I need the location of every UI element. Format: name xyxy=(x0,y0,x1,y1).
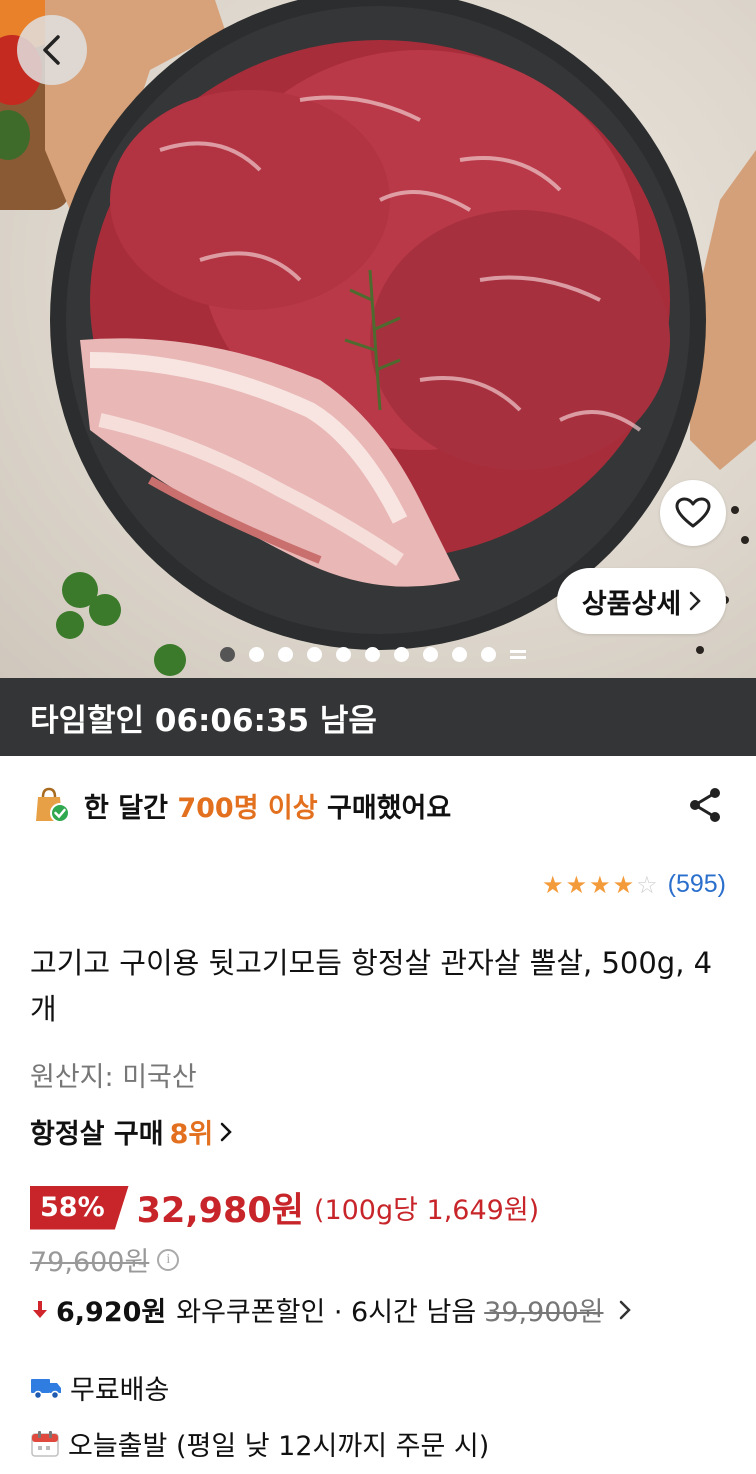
star-icon: ★ xyxy=(589,870,611,899)
ranking-link[interactable]: 항정살 구매 8위 xyxy=(30,1112,233,1151)
carousel-dot[interactable] xyxy=(249,646,264,662)
carousel-dot[interactable] xyxy=(365,646,380,662)
purchase-highlight: 700명 이상 xyxy=(177,792,318,824)
star-icon: ★ xyxy=(565,870,588,899)
time-sale-banner: 타임할인 06:06:35 남음 xyxy=(0,678,756,756)
purchase-count-row: 한 달간 700명 이상 구매했어요 xyxy=(30,782,726,828)
info-icon[interactable]: i xyxy=(157,1248,180,1271)
product-origin: 원산지: 미국산 xyxy=(30,1062,197,1093)
coupon-original-price: 39,900원 xyxy=(484,1297,604,1328)
heart-icon xyxy=(675,497,711,528)
purchase-count-text: 한 달간 700명 이상 구매했어요 xyxy=(84,786,451,825)
time-sale-text: 타임할인 06:06:35 남음 xyxy=(30,702,377,739)
purchase-suffix: 구매했어요 xyxy=(327,792,452,824)
shopping-bag-check-icon xyxy=(36,787,70,823)
back-button[interactable] xyxy=(17,15,87,85)
price-row: 58% 32,980원 (100g당 1,649원) xyxy=(30,1182,539,1233)
carousel-dot[interactable] xyxy=(452,646,467,662)
star-empty-icon: ☆ xyxy=(636,870,658,899)
product-image-carousel[interactable]: 상품상세 xyxy=(0,0,756,678)
star-icon: ★ xyxy=(542,870,564,899)
carousel-dot[interactable] xyxy=(423,646,438,662)
departure-label: 오늘출발 (평일 낮 12시까지 주문 시) xyxy=(68,1431,490,1462)
star-icon: ★ xyxy=(612,870,635,899)
calendar-icon xyxy=(31,1430,59,1457)
departure-row: 오늘출발 (평일 낮 12시까지 주문 시) xyxy=(30,1424,489,1463)
shipping-row: 무료배송 xyxy=(30,1368,169,1407)
chevron-left-icon xyxy=(43,35,60,65)
rank-value: 8위 xyxy=(169,1119,214,1150)
wishlist-button[interactable] xyxy=(660,480,726,546)
carousel-dot[interactable] xyxy=(394,646,409,662)
original-price: 79,600원 xyxy=(30,1247,150,1278)
coupon-label: 와우쿠폰할인 · 6시간 남음 xyxy=(176,1297,477,1328)
original-price-row: 79,600원 i xyxy=(30,1240,180,1279)
carousel-more-icon xyxy=(510,649,526,659)
discount-badge: 58% xyxy=(30,1185,129,1230)
chevron-right-icon xyxy=(689,591,701,611)
product-detail-button[interactable]: 상품상세 xyxy=(557,568,726,634)
unit-price: (100g당 1,649원) xyxy=(313,1195,540,1226)
chevron-right-icon xyxy=(619,1300,631,1319)
coupon-row[interactable]: 6,920원 와우쿠폰할인 · 6시간 남음 39,900원 xyxy=(30,1290,730,1329)
arrow-down-icon xyxy=(33,1300,47,1318)
product-detail-label: 상품상세 xyxy=(581,588,682,620)
chevron-right-icon xyxy=(221,1122,233,1141)
carousel-indicator xyxy=(220,645,526,663)
truck-icon xyxy=(31,1378,61,1399)
carousel-dot[interactable] xyxy=(481,646,496,662)
share-icon[interactable] xyxy=(688,786,722,824)
coupon-amount: 6,920원 xyxy=(56,1297,167,1328)
carousel-dot[interactable] xyxy=(278,646,293,662)
review-count-link[interactable]: (595) xyxy=(668,870,726,899)
product-title: 고기고 구이용 뒷고기모듬 항정살 관자살 뽈살, 500g, 4개 xyxy=(30,946,713,1026)
free-shipping-label: 무료배송 xyxy=(70,1375,170,1406)
carousel-dot[interactable] xyxy=(307,646,322,662)
rank-category: 항정살 구매 xyxy=(30,1119,164,1150)
sale-price: 32,980원 xyxy=(136,1191,304,1231)
carousel-dot[interactable] xyxy=(220,646,235,662)
carousel-dot[interactable] xyxy=(336,646,351,662)
purchase-prefix: 한 달간 xyxy=(84,792,168,824)
rating-summary[interactable]: ★ ★ ★ ★ ☆ (595) xyxy=(542,870,726,899)
